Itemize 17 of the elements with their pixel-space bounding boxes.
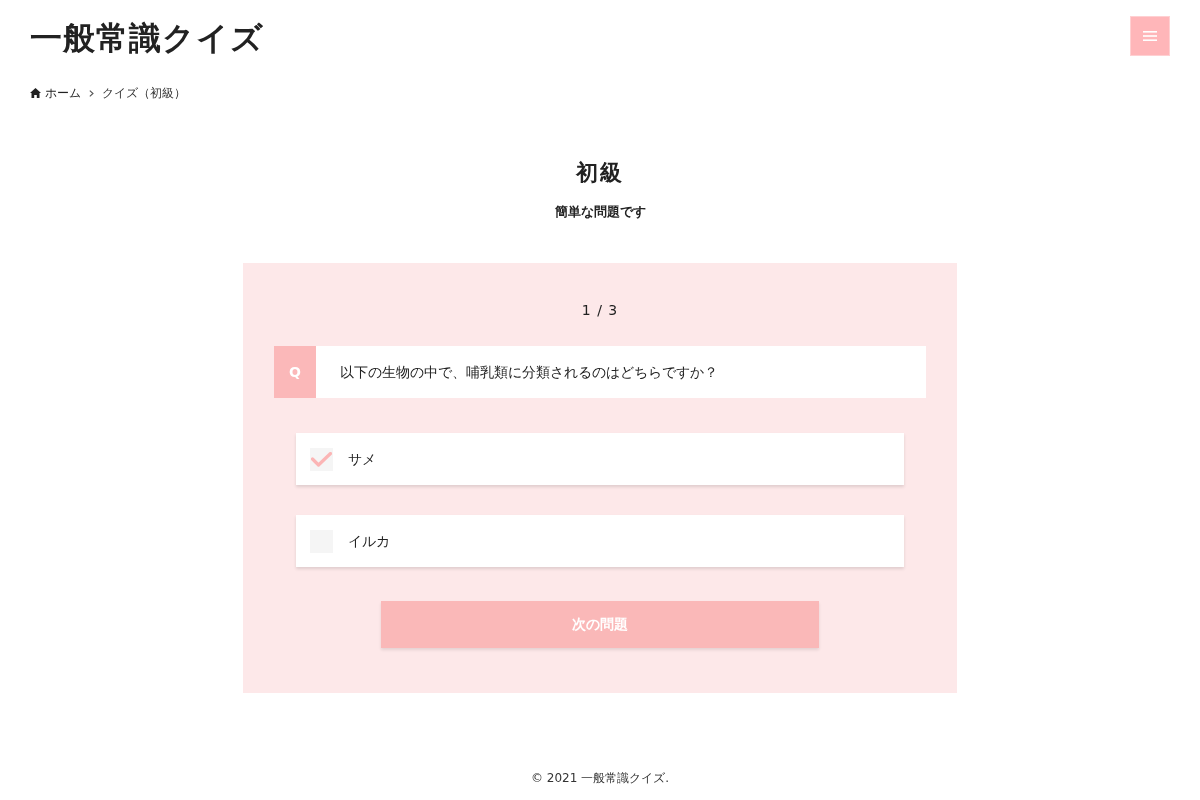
question-counter: 1 / 3 — [581, 301, 619, 320]
page-subtitle: 簡単な問題です — [554, 203, 646, 221]
breadcrumb-link[interactable]: ホーム — [30, 85, 81, 101]
question-marker: Q — [274, 346, 316, 398]
breadcrumb-current: クイズ（初級） — [102, 85, 186, 101]
check-icon — [311, 451, 332, 467]
answer-option[interactable]: イルカ — [296, 515, 904, 567]
checkbox[interactable] — [310, 447, 333, 471]
copyright-text: © 2021 一般常識クイズ. — [531, 771, 669, 785]
menu-icon — [1143, 31, 1157, 41]
answer-option[interactable]: サメ — [296, 433, 904, 485]
page-title: 初級 — [576, 159, 624, 187]
menu-button[interactable] — [1130, 16, 1170, 56]
home-icon — [30, 88, 41, 98]
site-title[interactable]: 一般常識クイズ — [30, 18, 264, 58]
chevron-right-icon — [89, 89, 94, 97]
question-text: 以下の生物の中で、哺乳類に分類されるのはどちらですか？ — [340, 363, 718, 382]
